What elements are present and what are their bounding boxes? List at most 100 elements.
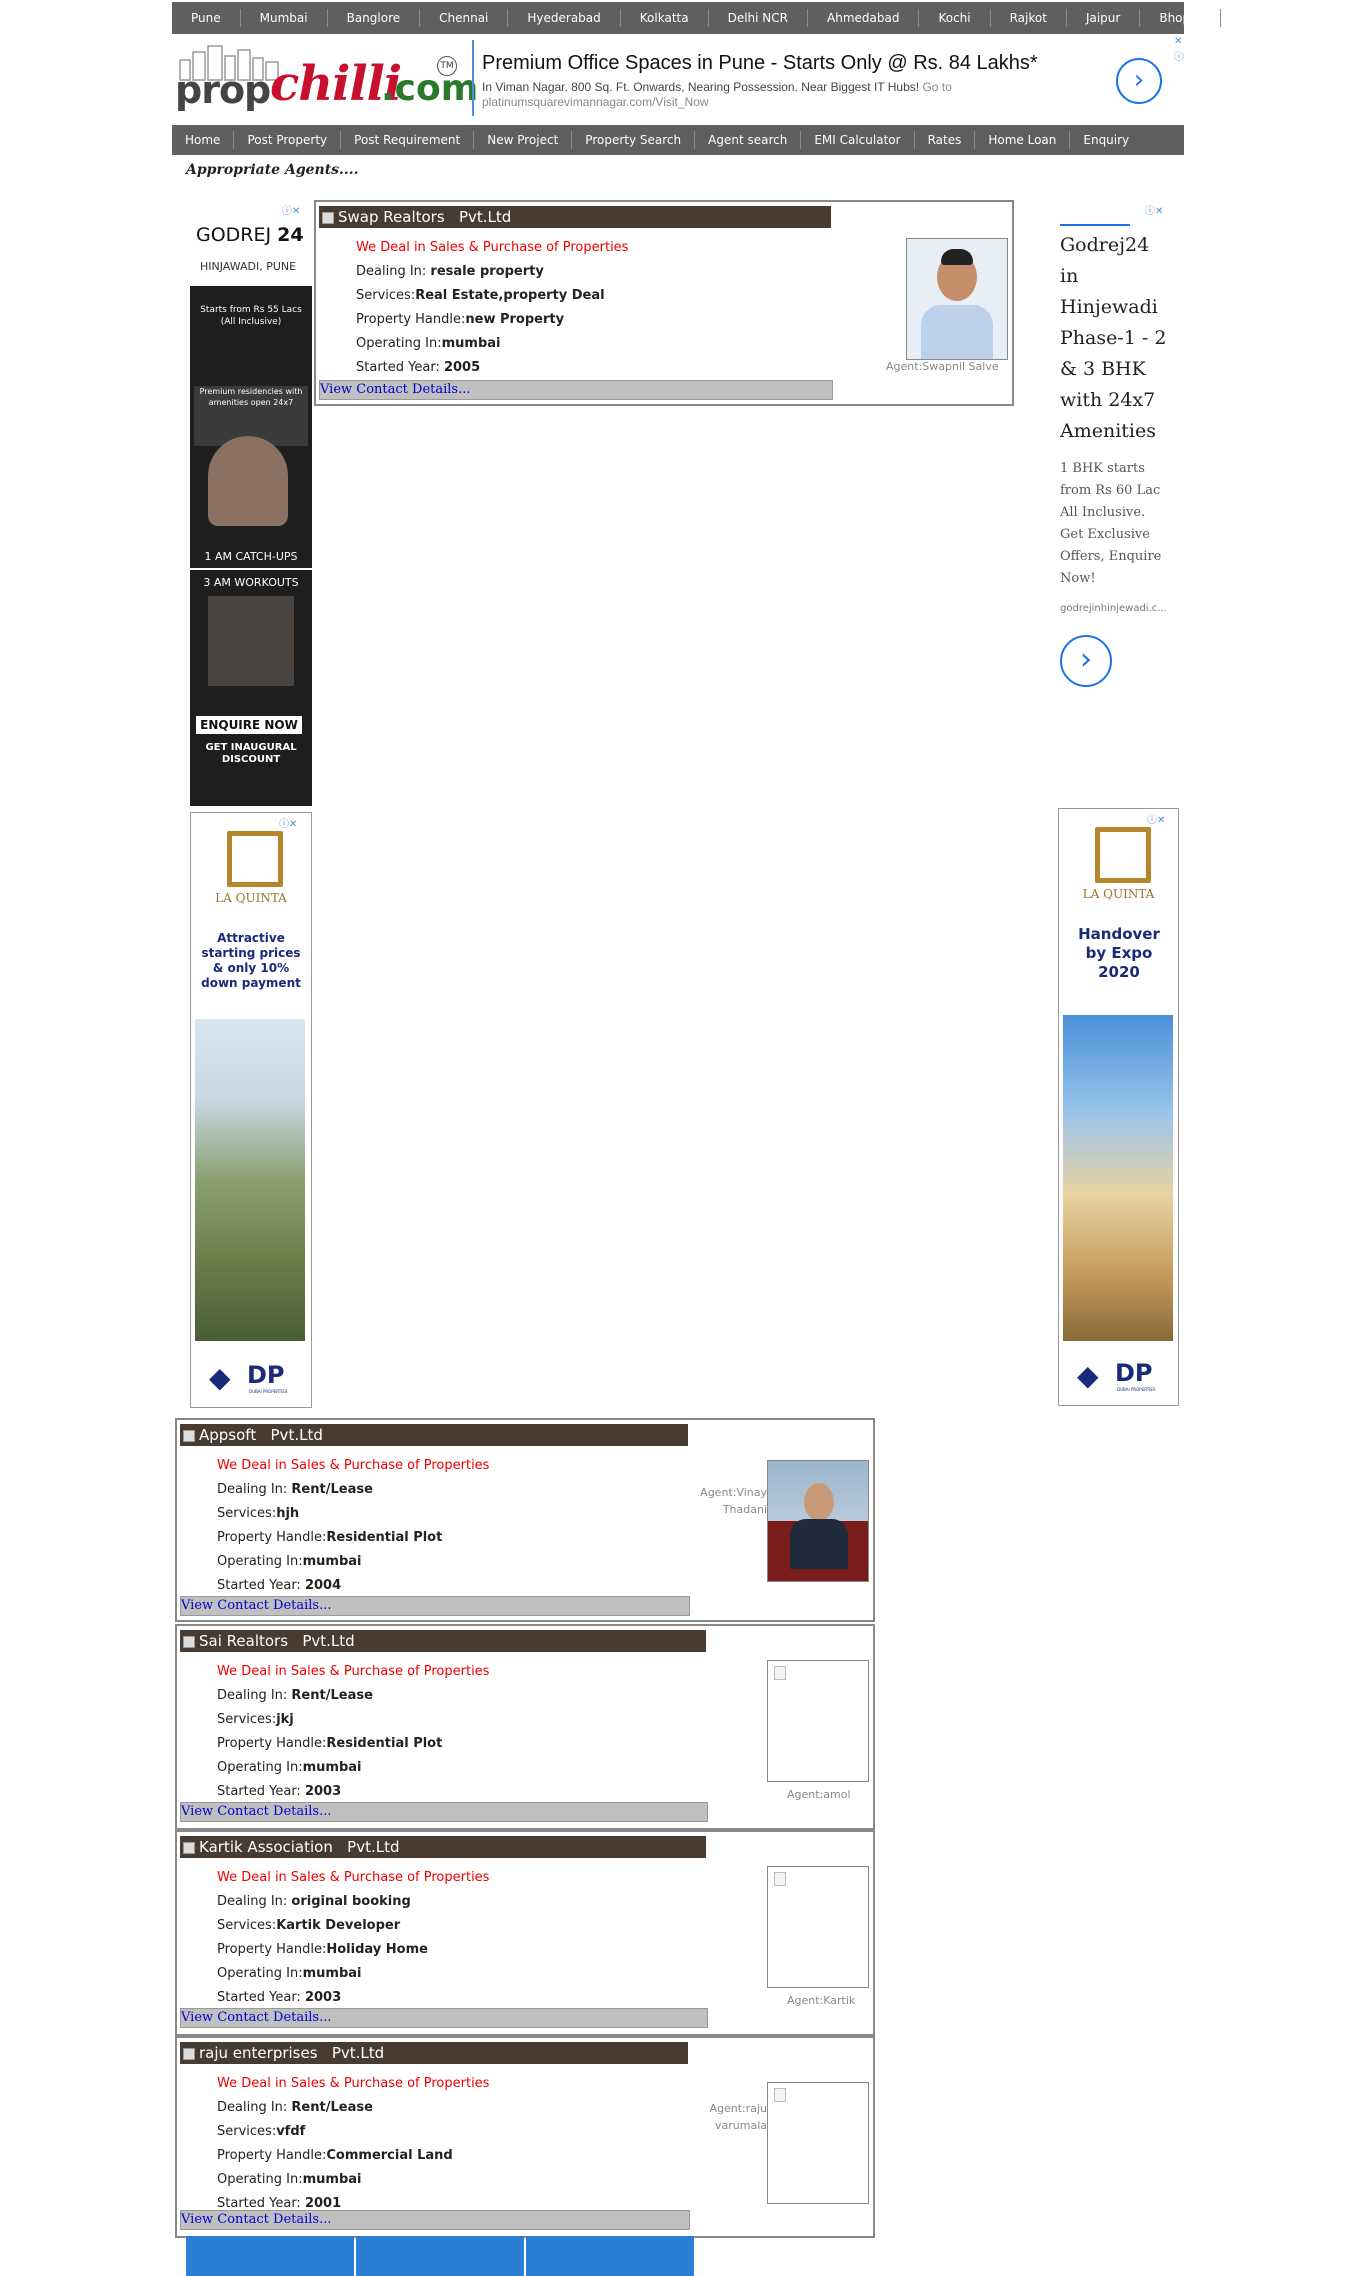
city-link[interactable]: Rajkot <box>991 9 1067 27</box>
ad-choice-icon[interactable]: ⓘ✕ <box>1147 811 1165 826</box>
checkbox-icon[interactable] <box>183 1429 195 1442</box>
city-link[interactable]: Jaipur <box>1067 9 1141 27</box>
agent-card: Appsoft Pvt.Ltd We Deal in Sales & Purcha… <box>175 1418 875 1622</box>
detail-value: original booking <box>291 1894 411 1909</box>
city-link[interactable]: Chennai <box>420 9 509 27</box>
agent-tagline: We Deal in Sales & Purchase of Propertie… <box>217 1458 490 1473</box>
city-link[interactable]: Ahmedabad <box>808 9 920 27</box>
ad-arrow-icon[interactable]: › <box>1116 58 1162 104</box>
ad-godrej-left[interactable]: ⓘ✕ GODREJ 24 HINJAWADI, PUNE Starts from… <box>190 200 312 806</box>
ad-laquinta-left[interactable]: ⓘ✕ LA QUINTA Attractive starting prices … <box>190 812 312 1408</box>
detail-value: mumbai <box>302 1760 362 1775</box>
laquinta-brand: LA QUINTA <box>215 891 287 905</box>
agent-card-header: Sai Realtors Pvt.Ltd <box>180 1630 706 1652</box>
nav-link[interactable]: Enquiry <box>1070 131 1142 149</box>
city-link[interactable]: Goa <box>1221 9 1283 27</box>
agent-photo <box>906 238 1008 360</box>
detail-row: Dealing In: Rent/Lease <box>217 1478 489 1502</box>
city-link[interactable]: Hyederabad <box>508 9 621 27</box>
agent-name: Agent:Swapnil Salve <box>886 360 999 373</box>
page-title: Appropriate Agents.... <box>186 162 359 178</box>
view-contact-link[interactable]: View Contact Details... <box>180 2008 708 2028</box>
godrej-enquire-button[interactable]: ENQUIRE NOW <box>196 716 302 734</box>
ad-godrej-right[interactable]: ⓘ✕ Godrej24 in Hinjewadi Phase-1 - 2 & 3… <box>1055 200 1175 800</box>
nav-link[interactable]: Home <box>172 131 235 149</box>
detail-value: Rent/Lease <box>291 2100 373 2115</box>
detail-row: We Deal in Sales & Purchase of Propertie… <box>217 1660 489 1684</box>
ad-choice-icon[interactable]: ⓘ✕ <box>282 202 300 217</box>
detail-value: new Property <box>465 312 565 327</box>
nav-link[interactable]: Post Requirement <box>341 131 475 149</box>
city-link[interactable]: Banglore <box>328 9 421 27</box>
detail-row: Dealing In: original booking <box>217 1890 489 1914</box>
nav-link[interactable]: Property Search <box>572 131 696 149</box>
detail-label: Dealing In: <box>217 1894 288 1909</box>
laquinta-text: Attractive starting prices & only 10% do… <box>201 931 301 990</box>
detail-value: 2005 <box>443 360 481 375</box>
detail-row: Services:Real Estate,property Deal <box>356 284 628 308</box>
ad-close-icon[interactable]: ✕ <box>1174 36 1182 47</box>
ad-choice-icon[interactable]: ⓘ✕ <box>1145 202 1163 217</box>
detail-row: Operating In:mumbai <box>356 332 628 356</box>
godrej-workout: 3 AM WORKOUTS <box>203 576 299 589</box>
ad-laquinta-right[interactable]: ⓘ✕ LA QUINTA Handover by Expo 2020 ◆ DP … <box>1058 808 1179 1406</box>
checkbox-icon[interactable] <box>183 1635 195 1648</box>
detail-row: Operating In:mumbai <box>217 1962 489 1986</box>
dp-logo: DP <box>247 1361 285 1389</box>
detail-label: Dealing In: <box>217 1482 288 1497</box>
city-link[interactable]: Kochi <box>919 9 991 27</box>
city-link[interactable]: Kolkatta <box>621 9 709 27</box>
detail-row: Property Handle:new Property <box>356 308 628 332</box>
nav-link[interactable]: Home Loan <box>975 131 1071 149</box>
godrej-catch: 1 AM CATCH-UPS <box>204 550 298 563</box>
city-link[interactable]: Mumbai <box>241 9 328 27</box>
bottom-button-1[interactable] <box>186 2236 354 2276</box>
detail-value: Kartik Developer <box>276 1918 401 1933</box>
detail-label: Started Year: <box>217 1990 301 2005</box>
city-link[interactable]: Pune <box>172 9 241 27</box>
bottom-button-2[interactable] <box>356 2236 524 2276</box>
checkbox-icon[interactable] <box>322 211 334 224</box>
view-contact-link[interactable]: View Contact Details... <box>180 1802 708 1822</box>
detail-row: Property Handle:Residential Plot <box>217 1526 489 1550</box>
agent-details: We Deal in Sales & Purchase of Propertie… <box>217 1866 489 2010</box>
ad-arrow-icon[interactable]: › <box>1060 635 1112 687</box>
agent-tagline: We Deal in Sales & Purchase of Propertie… <box>356 240 629 255</box>
nav-link[interactable]: Rates <box>915 131 976 149</box>
view-contact-link[interactable]: View Contact Details... <box>180 2210 690 2230</box>
ad-choice-icon[interactable]: ⓘ✕ <box>279 815 297 830</box>
checkbox-icon[interactable] <box>183 2047 195 2060</box>
site-logo[interactable]: prop chilli .com TM <box>175 42 478 117</box>
detail-value: vfdf <box>276 2124 306 2139</box>
checkbox-icon[interactable] <box>183 1841 195 1854</box>
broken-image-icon <box>774 1872 786 1886</box>
ad-url[interactable]: platinumsquarevimannagar.com/Visit_Now <box>482 95 709 109</box>
ad-info-icon[interactable]: ⓘ <box>1174 48 1184 63</box>
godrej-right-text: 1 BHK starts from Rs 60 Lac All Inclusiv… <box>1060 461 1162 586</box>
ad-headline[interactable]: Premium Office Spaces in Pune - Starts O… <box>482 52 1038 75</box>
detail-label: Property Handle: <box>356 312 466 327</box>
detail-value: hjh <box>276 1506 300 1521</box>
detail-value: Residential Plot <box>326 1530 443 1545</box>
city-link[interactable]: Delhi NCR <box>709 9 808 27</box>
nav-link[interactable]: Post Property <box>234 131 342 149</box>
nav-link[interactable]: EMI Calculator <box>801 131 915 149</box>
detail-value: resale property <box>430 264 544 279</box>
view-contact-link[interactable]: View Contact Details... <box>180 1596 690 1616</box>
nav-link[interactable]: Agent search <box>695 131 802 149</box>
detail-row: Started Year: 2003 <box>217 1986 489 2010</box>
godrej-right-headline[interactable]: Godrej24 in Hinjewadi Phase-1 - 2 & 3 BH… <box>1060 230 1170 447</box>
bottom-button-3[interactable] <box>526 2236 694 2276</box>
agent-tagline: We Deal in Sales & Purchase of Propertie… <box>217 1664 490 1679</box>
detail-value: Real Estate,property Deal <box>415 288 605 303</box>
top-banner-ad[interactable]: Premium Office Spaces in Pune - Starts O… <box>472 36 1186 116</box>
nav-link[interactable]: New Project <box>474 131 573 149</box>
company-suffix: Pvt.Ltd <box>270 1426 323 1444</box>
godrej-right-url[interactable]: godrejinhinjewadi.c... <box>1060 603 1167 614</box>
view-contact-link[interactable]: View Contact Details... <box>319 380 833 400</box>
ad-text: In Viman Nagar. 800 Sq. Ft. Onwards, Nea… <box>482 80 1022 110</box>
city-link[interactable]: Bhopal <box>1140 9 1221 27</box>
